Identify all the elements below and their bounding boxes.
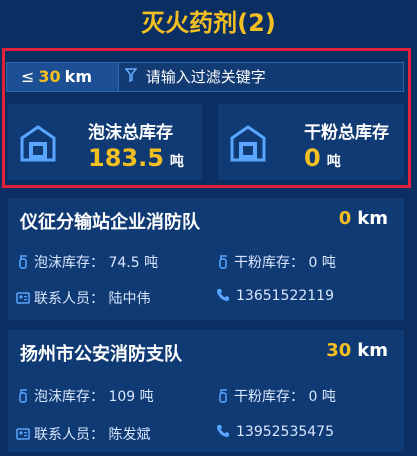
powder-stock-unit: 吨 (321, 389, 336, 405)
foam-stock-unit: 吨 (139, 389, 154, 405)
contact-label: 联系人员： (34, 427, 104, 443)
team-distance-value: 30 (326, 340, 352, 361)
team-distance-unit: km (357, 340, 388, 361)
phone[interactable]: 13651522119 (216, 288, 334, 304)
powder-stock: 干粉库存： 0 吨 (216, 252, 336, 272)
contact-name: 陈发斌 (108, 427, 151, 443)
warehouse-icon (20, 125, 56, 162)
powder-stock-unit: 吨 (326, 154, 341, 170)
team-name: 扬州市公安消防支队 (20, 344, 182, 365)
warehouse-icon (230, 125, 266, 162)
phone[interactable]: 13952535475 (216, 424, 334, 440)
distance-unit: km (64, 67, 92, 86)
foam-stock-value: 183.5 (88, 144, 164, 172)
foam-stock-label: 泡沫库存： (34, 255, 104, 271)
distance-value: 30 (38, 67, 61, 86)
keyword-input[interactable] (145, 68, 386, 86)
team-name: 仪征分输站企业消防队 (20, 212, 200, 233)
foam-stock-value: 74.5 (108, 255, 140, 271)
team-distance: 0 km (339, 208, 388, 229)
powder-stock-label: 干粉库存： (234, 255, 304, 271)
foam-stock-value-row: 183.5 吨 (88, 144, 184, 172)
team-distance-unit: km (357, 208, 388, 229)
distance-prefix: ≤ (21, 67, 35, 86)
powder-stock-value: 0 (304, 144, 321, 172)
foam-stock-unit: 吨 (169, 154, 184, 170)
powder-stock-value: 0 (308, 389, 318, 405)
powder-stock-unit: 吨 (321, 255, 336, 271)
extinguisher-icon (19, 255, 27, 269)
extinguisher-icon (219, 389, 227, 403)
powder-stock-label: 干粉库存： (234, 389, 304, 405)
filter-icon (124, 63, 141, 91)
distance-filter-button[interactable]: ≤30 km (7, 63, 119, 91)
extinguisher-icon (19, 389, 27, 403)
foam-stock-label: 泡沫库存： (34, 389, 104, 405)
powder-stock-label: 干粉总库存 (304, 123, 389, 143)
contact-row: 联系人员： 陈发斌 13952535475 (16, 424, 334, 444)
team-card[interactable]: 扬州市公安消防支队 30 km 泡沫库存： 109 吨 干粉库存： 0 吨 联系人… (8, 330, 404, 452)
foam-stock-unit: 吨 (144, 255, 159, 271)
contact-label: 联系人员： (34, 291, 104, 307)
contact-card-icon (16, 428, 30, 440)
keyword-filter (124, 63, 400, 91)
phone-number: 13952535475 (236, 424, 334, 440)
extinguisher-icon (219, 255, 227, 269)
team-card[interactable]: 仪征分输站企业消防队 0 km 泡沫库存： 74.5 吨 干粉库存： 0 吨 联系… (8, 198, 404, 320)
filter-bar: ≤30 km (6, 62, 404, 92)
powder-stock-value: 0 (308, 255, 318, 271)
powder-stock-card: 干粉总库存 0吨 (218, 104, 404, 180)
powder-stock: 干粉库存： 0 吨 (216, 386, 336, 406)
team-distance: 30 km (326, 340, 388, 361)
foam-stock-label: 泡沫总库存 (88, 123, 173, 143)
team-distance-value: 0 (338, 208, 352, 229)
contact-name: 陆中伟 (108, 291, 151, 307)
panel-title: 灭火药剂(2) (141, 9, 276, 37)
foam-stock-value: 109 (108, 389, 136, 405)
powder-stock-value-row: 0吨 (304, 144, 341, 172)
stock-row: 泡沫库存： 74.5 吨 干粉库存： 0 吨 (16, 252, 336, 272)
contact-card-icon (16, 292, 30, 304)
contact-row: 联系人员： 陆中伟 13651522119 (16, 288, 334, 308)
stock-row: 泡沫库存： 109 吨 干粉库存： 0 吨 (16, 386, 336, 406)
foam-stock-card: 泡沫总库存 183.5 吨 (8, 104, 202, 180)
phone-icon (217, 425, 229, 437)
phone-number: 13651522119 (236, 288, 334, 304)
phone-icon (217, 289, 229, 301)
